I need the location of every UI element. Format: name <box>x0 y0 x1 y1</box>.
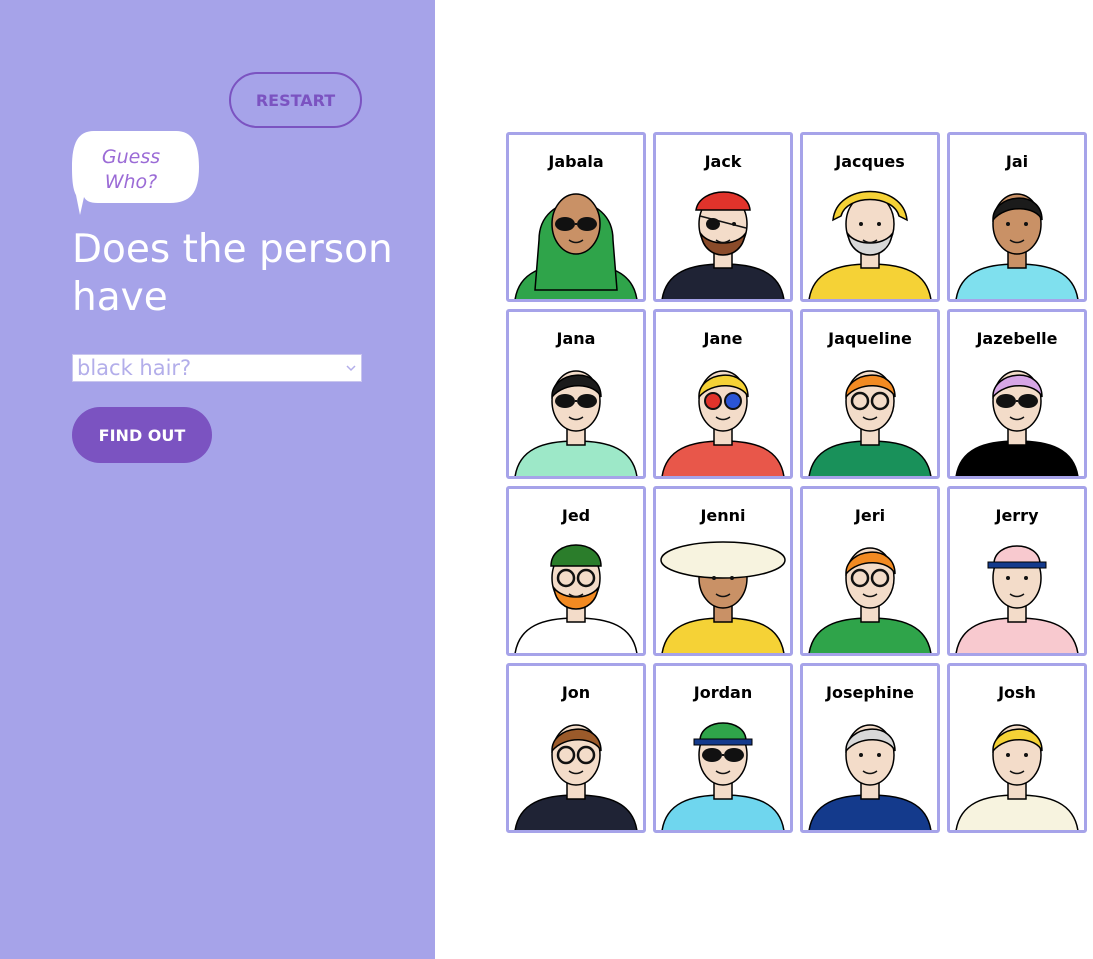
character-name: Josephine <box>826 683 914 702</box>
logo-line-1: Guess <box>101 146 161 168</box>
character-name: Jeri <box>854 506 886 525</box>
character-name: Jon <box>561 683 591 702</box>
select-value: black hair? <box>77 356 192 380</box>
character-portrait <box>661 370 785 476</box>
character-name: Jane <box>703 329 743 348</box>
character-card[interactable]: Jack <box>653 132 793 302</box>
chevron-down-icon <box>346 365 356 372</box>
character-card[interactable]: Jenni <box>653 486 793 656</box>
character-portrait <box>514 193 638 299</box>
sidebar: RESTART Guess Who? Does the person have … <box>0 0 435 959</box>
character-card[interactable]: Jacques <box>800 132 940 302</box>
character-portrait <box>808 190 932 299</box>
logo-line-2: Who? <box>104 171 158 193</box>
character-portrait <box>955 370 1079 476</box>
character-card[interactable]: Jaqueline <box>800 309 940 479</box>
character-board: Jabala Jack Jacques Jai Jana Jane Jaqueline Jaz… <box>506 132 1088 833</box>
character-name: Jack <box>704 152 742 171</box>
character-card[interactable]: Jed <box>506 486 646 656</box>
character-card[interactable]: Jazebelle <box>947 309 1087 479</box>
character-portrait <box>660 541 786 653</box>
character-portrait <box>808 370 932 476</box>
character-card[interactable]: Jeri <box>800 486 940 656</box>
character-portrait <box>514 544 638 653</box>
find-out-button[interactable]: FIND OUT <box>72 407 212 463</box>
character-name: Jaqueline <box>828 329 912 348</box>
character-card[interactable]: Jana <box>506 309 646 479</box>
character-card[interactable]: Josephine <box>800 663 940 833</box>
character-name: Josh <box>998 683 1036 702</box>
character-portrait <box>808 547 932 653</box>
character-portrait <box>514 724 638 830</box>
character-portrait <box>955 193 1079 299</box>
character-name: Jana <box>556 329 596 348</box>
character-card[interactable]: Jane <box>653 309 793 479</box>
character-name: Jazebelle <box>976 329 1058 348</box>
character-name: Jordan <box>693 683 753 702</box>
character-card[interactable]: Jordan <box>653 663 793 833</box>
character-portrait <box>661 722 785 830</box>
character-portrait <box>514 370 638 476</box>
character-name: Jabala <box>548 152 604 171</box>
question-heading: Does the person have <box>72 227 393 320</box>
character-card[interactable]: Jai <box>947 132 1087 302</box>
character-card[interactable]: Jabala <box>506 132 646 302</box>
character-portrait <box>955 724 1079 830</box>
character-card[interactable]: Josh <box>947 663 1087 833</box>
character-card[interactable]: Jerry <box>947 486 1087 656</box>
character-name: Jai <box>1005 152 1029 171</box>
character-card[interactable]: Jon <box>506 663 646 833</box>
character-name: Jacques <box>835 152 905 171</box>
logo-text: Guess Who? <box>72 145 190 195</box>
character-portrait <box>955 545 1079 653</box>
character-name: Jenni <box>700 506 746 525</box>
question-select[interactable]: black hair? <box>72 354 362 382</box>
restart-button[interactable]: RESTART <box>229 72 362 128</box>
character-name: Jed <box>561 506 591 525</box>
character-portrait <box>661 191 785 299</box>
character-portrait <box>808 724 932 830</box>
character-name: Jerry <box>995 506 1039 525</box>
